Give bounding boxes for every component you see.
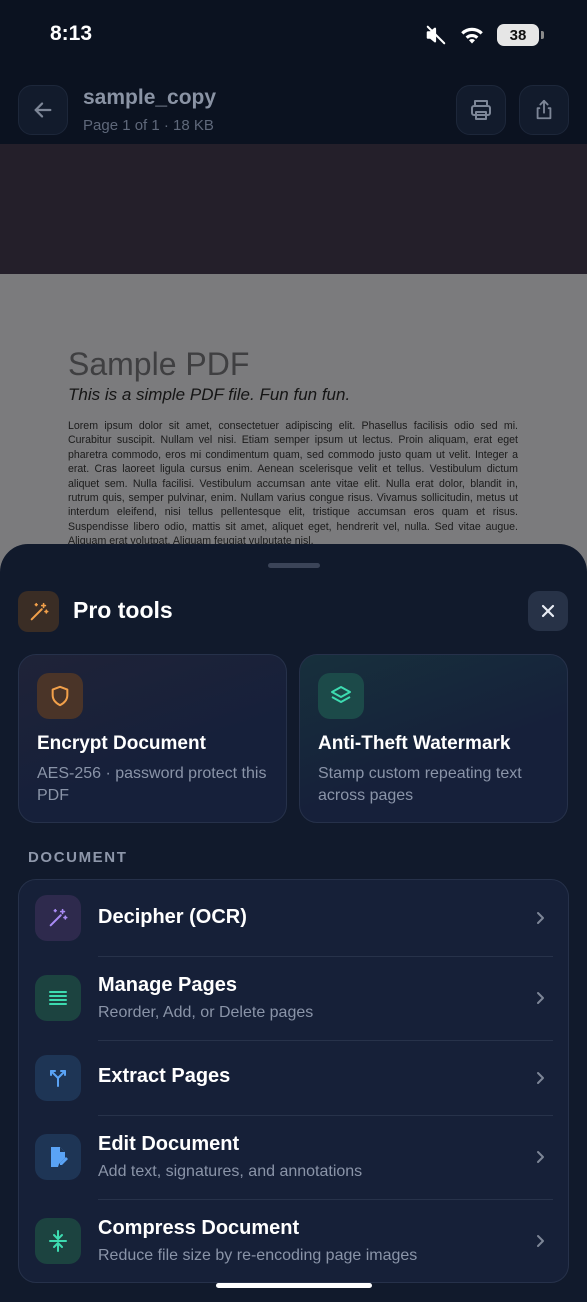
pro-tools-icon-box — [18, 591, 59, 632]
print-button[interactable] — [456, 85, 506, 135]
tool-row-extract-pages[interactable]: Extract Pages — [19, 1041, 568, 1115]
battery-indicator: 38 — [497, 24, 544, 46]
layers-icon — [331, 686, 351, 703]
shield-icon — [51, 685, 69, 707]
status-icons: 38 — [425, 24, 544, 46]
encrypt-document-card[interactable]: Encrypt Document AES-256 · password prot… — [18, 654, 287, 823]
sheet-title: Pro tools — [73, 597, 173, 623]
tool-row-ocr[interactable]: Decipher (OCR) — [19, 880, 568, 956]
sheet-grabber[interactable] — [268, 563, 320, 568]
tool-row-manage-pages[interactable]: Manage Pages Reorder, Add, or Delete pag… — [19, 957, 568, 1040]
close-icon — [541, 604, 555, 618]
magic-wand-icon — [30, 602, 49, 620]
edit-document-subtitle: Add text, signatures, and annotations — [98, 1163, 363, 1180]
compress-document-subtitle: Reduce file size by re-encoding page ima… — [98, 1247, 418, 1264]
watermark-description: Stamp custom repeating text across pages — [318, 765, 522, 804]
document-info: Page 1 of 1 · 18 KB — [83, 117, 214, 134]
watermark-icon-box — [318, 673, 364, 719]
chevron-right-icon — [537, 1235, 544, 1247]
printer-icon — [471, 100, 491, 120]
wifi-icon — [461, 27, 483, 44]
chevron-right-icon — [537, 992, 544, 1004]
tool-row-compress-document[interactable]: Compress Document Reduce file size by re… — [19, 1200, 568, 1282]
pro-tools-sheet: Pro tools Encrypt Document AES-256 · pas… — [0, 544, 587, 1302]
edit-document-icon-box — [35, 1134, 81, 1180]
extract-pages-title: Extract Pages — [98, 1065, 231, 1087]
share-button[interactable] — [519, 85, 569, 135]
ocr-icon-box — [35, 895, 81, 941]
battery-level: 38 — [509, 26, 527, 44]
status-bar: 8:13 38 — [0, 0, 587, 72]
extract-pages-icon-box — [35, 1055, 81, 1101]
edit-document-icon — [51, 1147, 68, 1167]
section-label-document: DOCUMENT — [28, 849, 128, 866]
viewer-background — [0, 144, 587, 274]
compress-icon — [49, 1230, 67, 1252]
watermark-title: Anti-Theft Watermark — [318, 733, 511, 754]
arrow-left-icon — [34, 102, 52, 118]
manage-pages-icon-box — [35, 975, 81, 1021]
share-icon — [536, 99, 552, 120]
encrypt-description: AES-256 · password protect this PDF — [37, 765, 267, 804]
document-title: sample_copy — [83, 86, 217, 109]
chevron-right-icon — [537, 1072, 544, 1084]
chevron-right-icon — [537, 912, 544, 924]
list-icon — [49, 991, 67, 1005]
watermark-card[interactable]: Anti-Theft Watermark Stamp custom repeat… — [299, 654, 568, 823]
pdf-body-text: Lorem ipsum dolor sit amet, consectetuer… — [68, 420, 518, 548]
encrypt-icon-box — [37, 673, 83, 719]
ocr-title: Decipher (OCR) — [98, 906, 247, 928]
manage-pages-subtitle: Reorder, Add, or Delete pages — [98, 1004, 314, 1021]
back-button[interactable] — [18, 85, 68, 135]
compress-document-title: Compress Document — [98, 1217, 300, 1239]
home-indicator[interactable] — [216, 1283, 372, 1288]
magic-wand-icon — [49, 908, 68, 927]
chevron-right-icon — [537, 1151, 544, 1163]
close-button[interactable] — [528, 591, 568, 631]
pdf-subheading: This is a simple PDF file. Fun fun fun. — [68, 385, 351, 404]
compress-icon-box — [35, 1218, 81, 1264]
tool-row-edit-document[interactable]: Edit Document Add text, signatures, and … — [19, 1116, 568, 1199]
encrypt-title: Encrypt Document — [37, 733, 206, 754]
document-tools-list: Decipher (OCR) Manage Pages Reorder, Add… — [18, 879, 569, 1283]
edit-document-title: Edit Document — [98, 1133, 240, 1155]
status-time: 8:13 — [50, 22, 93, 45]
pdf-heading: Sample PDF — [68, 346, 250, 382]
manage-pages-title: Manage Pages — [98, 974, 237, 996]
pdf-page[interactable]: Sample PDF This is a simple PDF file. Fu… — [0, 274, 587, 574]
app-header: sample_copy Page 1 of 1 · 18 KB — [0, 72, 587, 144]
mute-icon — [426, 25, 446, 45]
split-arrows-icon — [50, 1070, 66, 1087]
